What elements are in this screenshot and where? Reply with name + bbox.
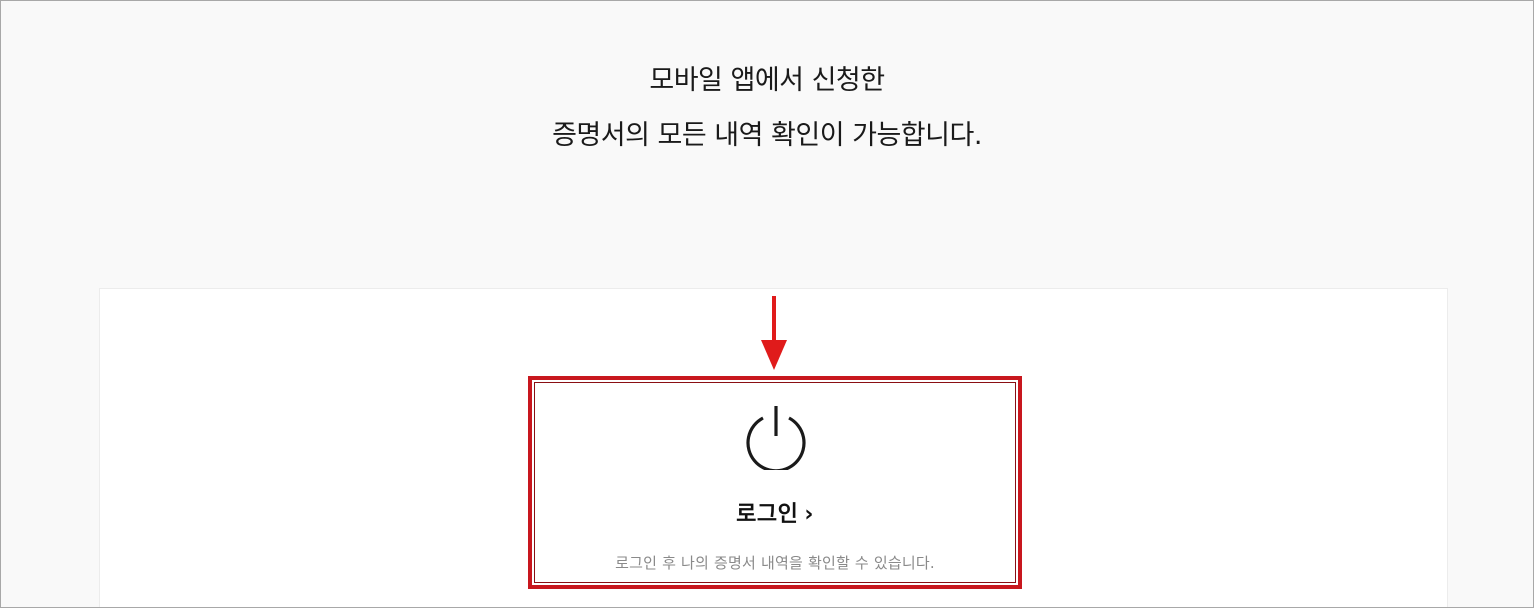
headline-line-2: 증명서의 모든 내역 확인이 가능합니다. [552, 120, 982, 151]
login-label: 로그인 [736, 501, 799, 527]
page-frame: 모바일 앱에서 신청한 증명서의 모든 내역 확인이 가능합니다. 로그인 › 로… [0, 0, 1534, 608]
annotation-arrow-icon [761, 296, 787, 370]
login-description: 로그인 후 나의 증명서 내역을 확인할 수 있습니다. [615, 554, 935, 572]
headline-line-1: 모바일 앱에서 신청한 [649, 65, 885, 96]
login-title[interactable]: 로그인 › [532, 496, 1018, 528]
login-button[interactable]: 로그인 › 로그인 후 나의 증명서 내역을 확인할 수 있습니다. [528, 376, 1022, 589]
chevron-right-icon: › [804, 502, 814, 527]
headline: 모바일 앱에서 신청한 증명서의 모든 내역 확인이 가능합니다. [1, 53, 1533, 163]
power-icon [746, 406, 806, 470]
